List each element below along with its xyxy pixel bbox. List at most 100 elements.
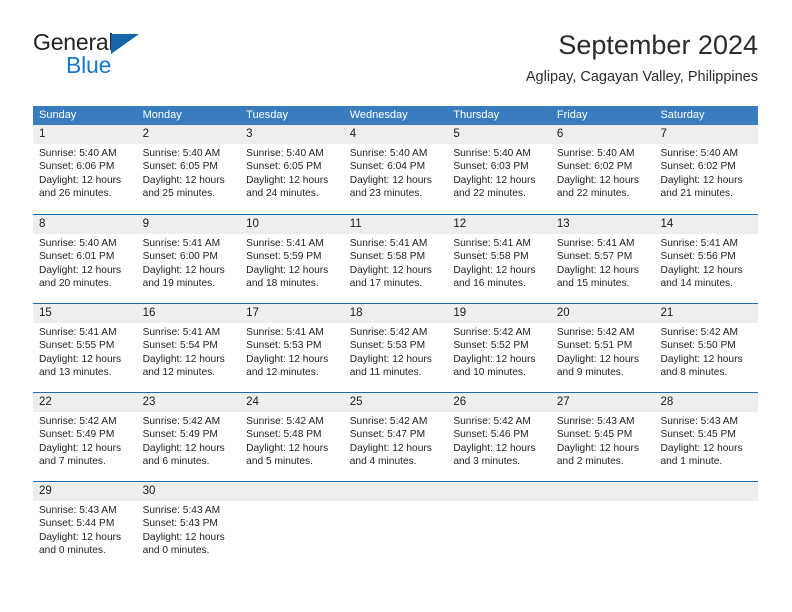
daylight-text: Daylight: 12 hours and 6 minutes. [142, 442, 225, 468]
calendar-day-cell[interactable]: 11 Sunrise: 5:41 AM Sunset: 5:58 PM Dayligh… [343, 215, 448, 303]
sunrise-text: Sunrise: 5:40 AM [142, 148, 221, 159]
sunrise-text: Sunrise: 5:40 AM [39, 148, 117, 159]
brand-logo[interactable]: General Blue [33, 28, 213, 88]
sunrise-text: Sunrise: 5:40 AM [246, 148, 324, 159]
day-number [447, 482, 551, 501]
sunset-text: Sunset: 6:05 PM [246, 161, 322, 173]
calendar-day-cell[interactable]: 1 Sunrise: 5:40 AM Sunset: 6:06 PM Daylight… [33, 125, 137, 214]
day-details: Sunrise: 5:42 AM Sunset: 5:53 PM Daylight:… [344, 323, 448, 380]
sunset-text: Sunset: 6:02 PM [556, 161, 633, 173]
sunset-text: Sunset: 5:50 PM [660, 340, 736, 352]
daylight-text: Daylight: 12 hours and 8 minutes. [660, 353, 743, 379]
calendar-day-cell[interactable]: 23 Sunrise: 5:42 AM Sunset: 5:49 PM Dayligh… [136, 393, 241, 481]
calendar-day-cell[interactable]: 25 Sunrise: 5:42 AM Sunset: 5:47 PM Dayligh… [343, 393, 448, 481]
calendar-day-cell[interactable]: 4 Sunrise: 5:40 AM Sunset: 6:04 PM Daylight… [343, 125, 448, 214]
calendar-day-cell[interactable]: 19 Sunrise: 5:42 AM Sunset: 5:52 PM Dayligh… [447, 304, 551, 392]
calendar-day-cell[interactable]: 3 Sunrise: 5:40 AM Sunset: 6:05 PM Daylight… [240, 125, 344, 214]
sunrise-text: Sunrise: 5:40 AM [660, 148, 739, 159]
calendar-day-cell[interactable]: 2 Sunrise: 5:40 AM Sunset: 6:05 PM Daylight… [136, 125, 241, 214]
daylight-text: Daylight: 12 hours and 19 minutes. [142, 264, 225, 290]
weekday-header-row: Sunday Monday Tuesday Wednesday Thursday Frid… [33, 106, 758, 125]
sunrise-text: Sunrise: 5:41 AM [246, 327, 324, 338]
day-details: Sunrise: 5:40 AM Sunset: 6:06 PM Daylight:… [33, 144, 137, 201]
day-details: Sunrise: 5:43 AM Sunset: 5:43 PM Daylight:… [137, 501, 241, 558]
day-number: 2 [136, 125, 241, 144]
sunset-text: Sunset: 5:58 PM [453, 251, 529, 263]
calendar-day-cell[interactable]: 10 Sunrise: 5:41 AM Sunset: 5:59 PM Dayligh… [240, 215, 344, 303]
calendar-day-cell[interactable]: 18 Sunrise: 5:42 AM Sunset: 5:53 PM Dayligh… [343, 304, 448, 392]
daylight-text: Daylight: 12 hours and 5 minutes. [246, 442, 329, 468]
daylight-text: Daylight: 12 hours and 23 minutes. [349, 174, 432, 200]
day-number: 5 [447, 125, 551, 144]
weekday-header-sunday: Sunday [39, 109, 77, 121]
day-details: Sunrise: 5:41 AM Sunset: 5:56 PM Daylight:… [654, 234, 758, 291]
calendar-day-cell[interactable]: 15 Sunrise: 5:41 AM Sunset: 5:55 PM Dayligh… [33, 304, 137, 392]
daylight-text: Daylight: 12 hours and 9 minutes. [556, 353, 640, 379]
day-number: 1 [33, 125, 137, 144]
day-details: Sunrise: 5:42 AM Sunset: 5:52 PM Daylight:… [447, 323, 551, 380]
daylight-text: Daylight: 12 hours and 26 minutes. [39, 174, 122, 200]
day-details: Sunrise: 5:41 AM Sunset: 5:59 PM Daylight:… [240, 234, 344, 291]
sunset-text: Sunset: 5:59 PM [246, 251, 322, 263]
calendar-day-cell[interactable]: 30 Sunrise: 5:43 AM Sunset: 5:43 PM Dayligh… [136, 482, 241, 570]
day-details: Sunrise: 5:40 AM Sunset: 6:05 PM Daylight:… [137, 144, 241, 201]
calendar-day-cell[interactable]: 7 Sunrise: 5:40 AM Sunset: 6:02 PM Daylight… [654, 125, 759, 214]
daylight-text: Daylight: 12 hours and 18 minutes. [246, 264, 329, 290]
day-number: 8 [33, 215, 137, 234]
sunrise-text: Sunrise: 5:40 AM [453, 148, 531, 159]
sunrise-text: Sunrise: 5:40 AM [349, 148, 428, 159]
sunset-text: Sunset: 5:54 PM [142, 340, 218, 352]
calendar-day-cell[interactable]: 26 Sunrise: 5:42 AM Sunset: 5:46 PM Dayligh… [447, 393, 551, 481]
calendar-day-cell-empty [343, 482, 448, 570]
sunrise-text: Sunrise: 5:42 AM [453, 327, 531, 338]
sunrise-text: Sunrise: 5:41 AM [246, 238, 324, 249]
day-details: Sunrise: 5:43 AM Sunset: 5:45 PM Daylight:… [654, 412, 758, 469]
daylight-text: Daylight: 12 hours and 20 minutes. [39, 264, 122, 290]
daylight-text: Daylight: 12 hours and 24 minutes. [246, 174, 329, 200]
calendar-day-cell[interactable]: 27 Sunrise: 5:43 AM Sunset: 5:45 PM Dayligh… [550, 393, 655, 481]
day-number: 11 [343, 215, 448, 234]
sunrise-text: Sunrise: 5:41 AM [660, 238, 739, 249]
day-number: 25 [343, 393, 448, 412]
daylight-text: Daylight: 12 hours and 0 minutes. [142, 531, 225, 557]
daylight-text: Daylight: 12 hours and 2 minutes. [556, 442, 640, 468]
sunrise-text: Sunrise: 5:42 AM [39, 416, 117, 427]
logo-text-general: General [33, 29, 114, 55]
calendar-day-cell[interactable]: 12 Sunrise: 5:41 AM Sunset: 5:58 PM Dayligh… [447, 215, 551, 303]
day-number [343, 482, 448, 501]
calendar-day-cell[interactable]: 16 Sunrise: 5:41 AM Sunset: 5:54 PM Dayligh… [136, 304, 241, 392]
calendar-day-cell[interactable]: 22 Sunrise: 5:42 AM Sunset: 5:49 PM Dayligh… [33, 393, 137, 481]
day-number: 13 [550, 215, 655, 234]
daylight-text: Daylight: 12 hours and 7 minutes. [39, 442, 122, 468]
sunset-text: Sunset: 5:49 PM [142, 429, 218, 441]
sunset-text: Sunset: 5:55 PM [39, 340, 115, 352]
triangle-icon [111, 34, 140, 54]
day-details: Sunrise: 5:41 AM Sunset: 6:00 PM Daylight:… [137, 234, 241, 291]
calendar-day-cell[interactable]: 9 Sunrise: 5:41 AM Sunset: 6:00 PM Daylight… [136, 215, 241, 303]
calendar-day-cell[interactable]: 21 Sunrise: 5:42 AM Sunset: 5:50 PM Dayligh… [654, 304, 759, 392]
daylight-text: Daylight: 12 hours and 22 minutes. [453, 174, 536, 200]
daylight-text: Daylight: 12 hours and 21 minutes. [660, 174, 743, 200]
calendar-day-cell[interactable]: 29 Sunrise: 5:43 AM Sunset: 5:44 PM Dayligh… [33, 482, 137, 570]
day-number: 19 [447, 304, 551, 323]
calendar-table: Sunday Monday Tuesday Wednesday Thursday Frid… [33, 106, 759, 570]
calendar-day-cell[interactable]: 17 Sunrise: 5:41 AM Sunset: 5:53 PM Dayligh… [240, 304, 344, 392]
calendar-day-cell[interactable]: 20 Sunrise: 5:42 AM Sunset: 5:51 PM Dayligh… [550, 304, 655, 392]
day-details: Sunrise: 5:41 AM Sunset: 5:58 PM Daylight:… [447, 234, 551, 291]
calendar-day-cell[interactable]: 13 Sunrise: 5:41 AM Sunset: 5:57 PM Dayligh… [550, 215, 655, 303]
daylight-text: Daylight: 12 hours and 17 minutes. [349, 264, 432, 290]
sunset-text: Sunset: 5:48 PM [246, 429, 322, 441]
sunrise-text: Sunrise: 5:41 AM [556, 238, 635, 249]
calendar-day-cell[interactable]: 24 Sunrise: 5:42 AM Sunset: 5:48 PM Dayligh… [240, 393, 344, 481]
calendar-day-cell[interactable]: 14 Sunrise: 5:41 AM Sunset: 5:56 PM Dayligh… [654, 215, 759, 303]
calendar-day-cell[interactable]: 5 Sunrise: 5:40 AM Sunset: 6:03 PM Daylight… [447, 125, 551, 214]
day-number: 22 [33, 393, 137, 412]
sunrise-text: Sunrise: 5:41 AM [142, 238, 221, 249]
calendar-day-cell[interactable]: 6 Sunrise: 5:40 AM Sunset: 6:02 PM Daylight… [550, 125, 655, 214]
calendar-day-cell[interactable]: 28 Sunrise: 5:43 AM Sunset: 5:45 PM Dayligh… [654, 393, 759, 481]
calendar-day-cell[interactable]: 8 Sunrise: 5:40 AM Sunset: 6:01 PM Daylight… [33, 215, 137, 303]
day-details: Sunrise: 5:40 AM Sunset: 6:05 PM Daylight:… [240, 144, 344, 201]
sunset-text: Sunset: 6:02 PM [660, 161, 736, 173]
day-number: 4 [343, 125, 448, 144]
day-number: 6 [550, 125, 655, 144]
